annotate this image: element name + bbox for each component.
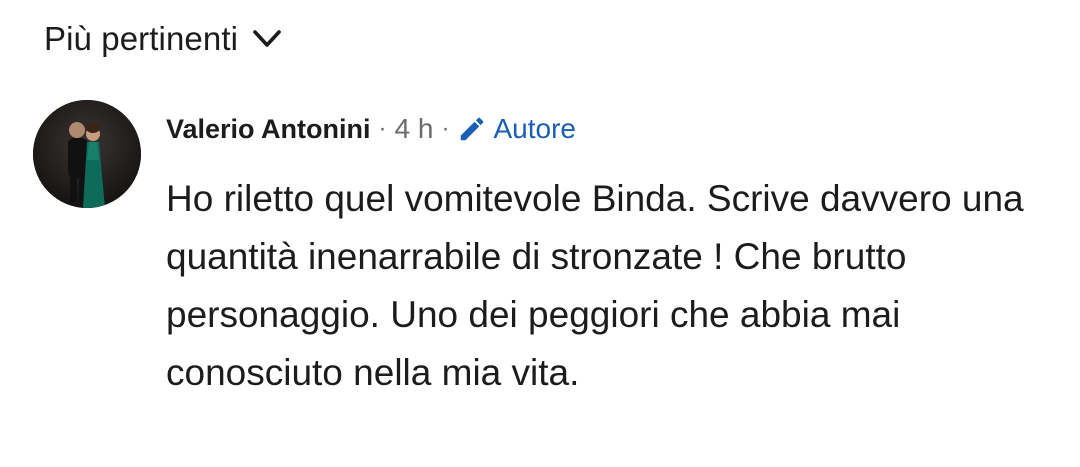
chevron-down-icon (253, 30, 281, 47)
author-badge-label: Autore (493, 113, 576, 144)
sort-dropdown[interactable]: Più pertinenti (44, 14, 282, 64)
sort-label: Più pertinenti (44, 20, 239, 57)
author-name[interactable]: Valerio Antonini (166, 114, 371, 145)
timestamp: 4 h (394, 113, 434, 144)
author-badge: Autore (457, 113, 576, 145)
meta-separator: · (378, 115, 387, 142)
avatar-photo (33, 100, 141, 208)
avatar[interactable] (33, 100, 141, 208)
pencil-icon (461, 117, 484, 141)
comment-meta: Valerio Antonini · 4 h · Autore (166, 108, 576, 150)
meta-separator: · (441, 115, 450, 142)
comment-text: Ho riletto quel vomitevole Binda. Scrive… (166, 178, 1024, 393)
